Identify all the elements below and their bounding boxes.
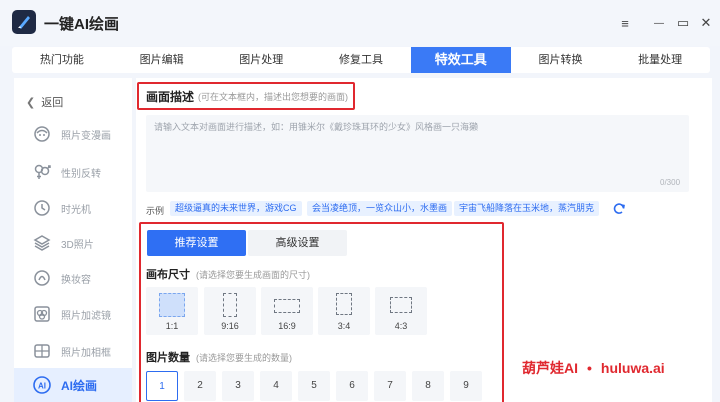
close-icon[interactable]: ✕ [697, 14, 715, 32]
sidebar-item-makeup[interactable]: 换妆容 [14, 261, 132, 295]
clock-icon [32, 198, 52, 218]
ratio-shape [274, 299, 300, 313]
advanced-settings-tab[interactable]: 高级设置 [248, 230, 347, 256]
sidebar-item-photo-frame[interactable]: 照片加相框 [14, 334, 132, 368]
ratio-shape [223, 293, 237, 317]
gender-icon [32, 162, 52, 182]
tab-hot-features[interactable]: 热门功能 [12, 47, 112, 73]
cartoon-face-icon [32, 124, 52, 144]
ratio-label: 1:1 [165, 321, 179, 331]
count-option[interactable]: 9 [450, 371, 482, 401]
chevron-left-icon: ❮ [26, 97, 36, 109]
tab-repair-tools[interactable]: 修复工具 [311, 47, 411, 73]
image-count-hint: (请选择您要生成的数量) [196, 353, 292, 363]
count-option[interactable]: 1 [146, 371, 178, 401]
ratio-label: 4:3 [394, 321, 408, 331]
image-count-title: 图片数量 [146, 352, 190, 364]
count-option[interactable]: 3 [222, 371, 254, 401]
back-label: 返回 [41, 97, 64, 109]
description-hint: (可在文本框内，描述出您想要的画面) [198, 92, 348, 102]
examples-label: 示例 [146, 206, 165, 216]
sidebar-item-ai-painting[interactable]: AI AI绘画 [14, 368, 132, 402]
ratio-option-4-3[interactable]: 4:3 [375, 287, 427, 335]
sidebar-item-label: AI绘画 [61, 378, 98, 393]
sidebar-item-photo-filter[interactable]: 照片加滤镜 [14, 297, 132, 331]
sidebar-item-label: 照片加滤镜 [61, 310, 111, 322]
back-button[interactable]: ❮ 返回 [26, 94, 63, 110]
main-tabs: 热门功能 图片编辑 图片处理 修复工具 特效工具 图片转换 批量处理 [12, 47, 710, 73]
count-option[interactable]: 7 [374, 371, 406, 401]
ratio-label: 3:4 [337, 321, 351, 331]
ratio-option-1-1[interactable]: 1:1 [146, 287, 198, 335]
ratio-option-16-9[interactable]: 16:9 [261, 287, 313, 335]
count-option[interactable]: 6 [336, 371, 368, 401]
tab-image-convert[interactable]: 图片转换 [511, 47, 611, 73]
ratio-shape [159, 293, 185, 317]
watermark-dot: • [587, 360, 592, 376]
maximize-icon[interactable]: ▭ [674, 14, 692, 32]
sidebar-item-time-machine[interactable]: 时光机 [14, 191, 132, 225]
count-option[interactable]: 2 [184, 371, 216, 401]
frame-icon [32, 341, 52, 361]
sidebar-item-photo-cartoon[interactable]: 照片变漫画 [14, 117, 132, 151]
sidebar-item-label: 照片加相框 [61, 347, 111, 359]
canvas-size-hint: (请选择您要生成画面的尺寸) [196, 270, 310, 280]
minimize-icon[interactable]: — [650, 14, 668, 32]
sidebar-item-label: 换妆容 [61, 274, 91, 286]
sidebar-item-label: 性别反转 [61, 168, 101, 180]
watermark-brand: 葫芦娃AI [522, 360, 578, 376]
app-title: 一键AI绘画 [44, 16, 120, 33]
count-option[interactable]: 5 [298, 371, 330, 401]
description-title: 画面描述 [146, 90, 195, 104]
example-chip[interactable]: 会当凌绝顶，一览众山小，水墨画 [307, 201, 453, 216]
count-option[interactable]: 4 [260, 371, 292, 401]
sidebar: ❮ 返回 照片变漫画 性别反转 时光机 3D照片 换妆容 照片加滤镜 照片加相框 … [14, 78, 132, 402]
ratio-shape [390, 297, 412, 313]
sidebar-item-gender-swap[interactable]: 性别反转 [14, 155, 132, 189]
layers-icon [32, 233, 52, 253]
canvas-size-title: 画布尺寸 [146, 269, 190, 281]
recommended-settings-tab[interactable]: 推荐设置 [147, 230, 246, 256]
example-chip[interactable]: 宇宙飞船降落在玉米地，蒸汽朋克 [454, 201, 600, 216]
makeup-icon [32, 268, 52, 288]
ratio-option-3-4[interactable]: 3:4 [318, 287, 370, 335]
sidebar-item-label: 时光机 [61, 204, 91, 216]
tab-image-edit[interactable]: 图片编辑 [112, 47, 212, 73]
app-logo-icon [12, 10, 36, 34]
watermark: 葫芦娃AI • huluwa.ai [522, 358, 665, 378]
ai-icon: AI [32, 375, 52, 395]
description-placeholder: 请输入文本对画面进行描述，如：用锥米尔《戴珍珠耳环的少女》风格画一只海獭 [154, 122, 479, 132]
count-option[interactable]: 8 [412, 371, 444, 401]
title-bar: 一键AI绘画 ≡ — ▭ ✕ [0, 0, 720, 46]
sidebar-item-3d-photo[interactable]: 3D照片 [14, 226, 132, 260]
ratio-label: 9:16 [221, 321, 239, 331]
ratio-label: 16:9 [278, 321, 296, 331]
character-counter: 0/300 [660, 178, 681, 187]
tab-image-process[interactable]: 图片处理 [211, 47, 311, 73]
sidebar-item-label: 照片变漫画 [61, 130, 111, 142]
refresh-icon[interactable] [612, 202, 626, 216]
svg-text:AI: AI [38, 382, 46, 391]
filter-icon [32, 304, 52, 324]
watermark-url: huluwa.ai [600, 360, 665, 376]
tab-batch-process[interactable]: 批量处理 [610, 47, 710, 73]
example-chip[interactable]: 超级逼真的未来世界，游戏CG [170, 201, 302, 216]
menu-icon[interactable]: ≡ [616, 14, 634, 32]
ratio-option-9-16[interactable]: 9:16 [204, 287, 256, 335]
tab-effect-tools[interactable]: 特效工具 [410, 47, 511, 73]
ratio-shape [336, 293, 352, 315]
sidebar-item-label: 3D照片 [61, 239, 94, 251]
